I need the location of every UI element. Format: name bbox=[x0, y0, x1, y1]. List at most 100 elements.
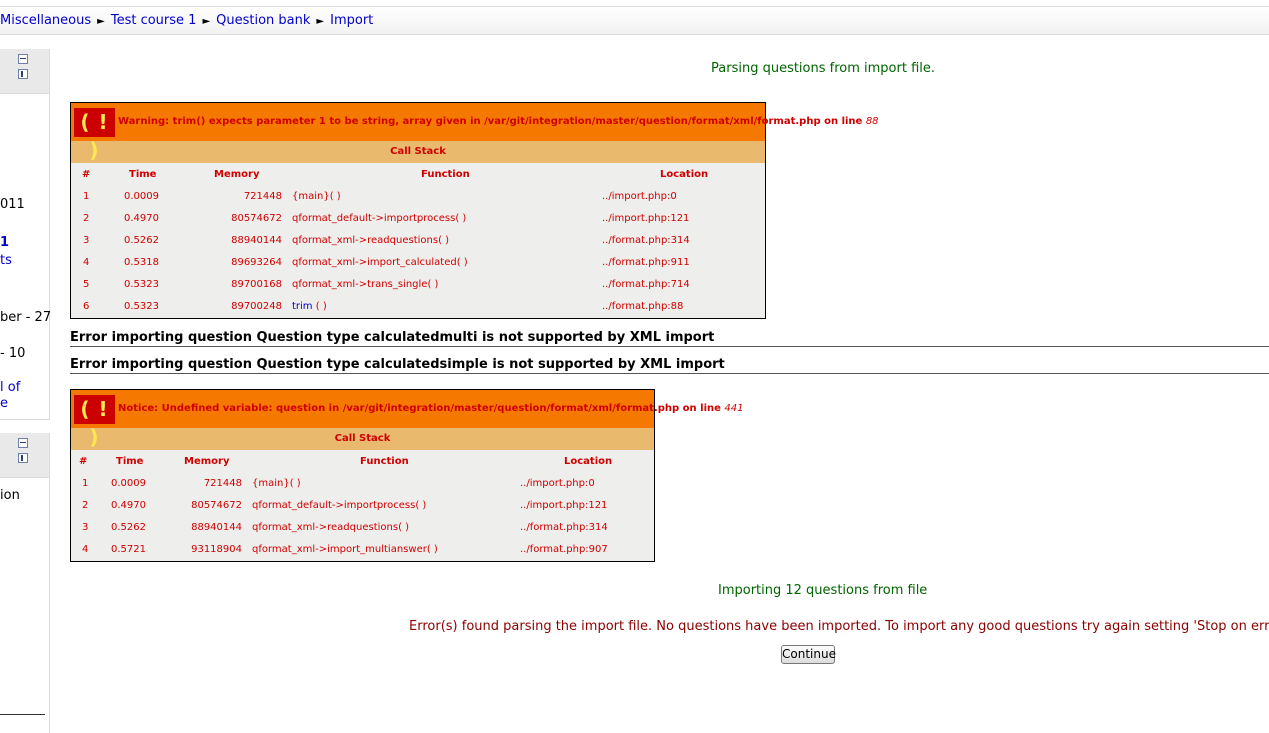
cell-number: 1 bbox=[83, 191, 90, 202]
cell-time: 0.5323 bbox=[124, 301, 159, 312]
cell-function: qformat_default->importprocess( ) bbox=[292, 213, 467, 224]
xdebug-notice-table: ( ! ) Notice: Undefined variable: questi… bbox=[70, 389, 743, 562]
cell-function: {main}( ) bbox=[292, 191, 341, 202]
table-row: 3 0.5262 88940144 qformat_xml->readquest… bbox=[71, 516, 654, 538]
cell-number: 4 bbox=[82, 544, 89, 555]
cell-location: ../import.php:121 bbox=[602, 213, 690, 224]
block-text-fragment: ber - 27 bbox=[0, 310, 52, 325]
cell-memory: 721448 bbox=[203, 478, 242, 489]
cell-function: qformat_default->importprocess( ) bbox=[252, 500, 427, 511]
table-row: 2 0.4970 80574672 qformat_default->impor… bbox=[71, 494, 654, 516]
cell-memory: 80574672 bbox=[191, 500, 242, 511]
table-row: 1 0.0009 721448 {main}( ) ../import.php:… bbox=[71, 185, 765, 207]
continue-button[interactable]: Continue bbox=[781, 645, 836, 664]
table-row: 4 0.5721 93118904 qformat_xml->import_mu… bbox=[71, 538, 654, 560]
cell-time: 0.5262 bbox=[124, 235, 159, 246]
block-link-fragment[interactable]: 1 bbox=[0, 235, 9, 250]
cell-function: qformat_xml->import_calculated( ) bbox=[292, 257, 468, 268]
breadcrumb-miscellaneous[interactable]: Miscellaneous bbox=[0, 13, 91, 28]
notice-header: ( ! ) Notice: Undefined variable: questi… bbox=[71, 390, 743, 449]
cell-memory: 89700168 bbox=[231, 279, 282, 290]
col-time: Time bbox=[129, 169, 157, 180]
col-time: Time bbox=[116, 456, 144, 467]
cell-time: 0.5323 bbox=[124, 279, 159, 290]
cell-number: 2 bbox=[82, 500, 89, 511]
collapse-icon[interactable] bbox=[18, 438, 28, 448]
table-row: 2 0.4970 80574672 qformat_default->impor… bbox=[71, 207, 765, 229]
call-stack-header: # Time Memory Function Location bbox=[71, 450, 654, 472]
block-header bbox=[0, 49, 49, 94]
import-error-2: Error importing question Question type c… bbox=[70, 357, 1269, 374]
cell-number: 2 bbox=[83, 213, 90, 224]
breadcrumb-separator-icon: ► bbox=[316, 16, 325, 27]
cell-location: ../format.php:314 bbox=[520, 522, 608, 533]
cell-function: {main}( ) bbox=[252, 478, 301, 489]
function-args: ( ) bbox=[312, 301, 327, 312]
block-body: ion bbox=[0, 478, 49, 733]
cell-number: 6 bbox=[83, 301, 90, 312]
breadcrumb-separator-icon: ► bbox=[97, 16, 105, 27]
left-block-2: ion bbox=[0, 433, 50, 733]
cell-time: 0.0009 bbox=[124, 191, 159, 202]
cell-number: 4 bbox=[83, 257, 90, 268]
col-function: Function bbox=[421, 169, 470, 180]
block-controls bbox=[18, 437, 38, 463]
block-controls bbox=[18, 53, 38, 79]
breadcrumb: Miscellaneous ► Test course 1 ► Question ban… bbox=[0, 13, 373, 28]
block-text-fragment: ion bbox=[0, 488, 20, 503]
notice-text: Notice: Undefined variable: question in … bbox=[118, 403, 725, 414]
table-row: 3 0.5262 88940144 qformat_xml->readquest… bbox=[71, 229, 765, 251]
cell-time: 0.0009 bbox=[111, 478, 146, 489]
col-memory: Memory bbox=[214, 169, 260, 180]
navbar: Miscellaneous ► Test course 1 ► Question ban… bbox=[0, 7, 1269, 35]
cell-memory: 80574672 bbox=[231, 213, 282, 224]
cell-location: ../format.php:314 bbox=[602, 235, 690, 246]
table-row: 1 0.0009 721448 {main}( ) ../import.php:… bbox=[71, 472, 654, 494]
cell-location: ../import.php:0 bbox=[602, 191, 677, 202]
cell-memory: 88940144 bbox=[231, 235, 282, 246]
warning-message: Warning: trim() expects parameter 1 to b… bbox=[118, 116, 879, 127]
call-stack-label: Call Stack bbox=[71, 428, 654, 450]
warning-header: ( ! ) Warning: trim() expects parameter … bbox=[71, 103, 879, 162]
notice-line: 441 bbox=[724, 403, 744, 414]
warning-line: 88 bbox=[865, 116, 879, 127]
cell-function: qformat_xml->readquestions( ) bbox=[292, 235, 450, 246]
cell-number: 3 bbox=[82, 522, 89, 533]
call-stack-label: Call Stack bbox=[71, 141, 765, 163]
col-function: Function bbox=[360, 456, 409, 467]
cell-location: ../format.php:907 bbox=[520, 544, 608, 555]
collapse-icon[interactable] bbox=[18, 54, 28, 64]
cell-memory: 93118904 bbox=[191, 544, 242, 555]
warning-icon: ( ! ) bbox=[74, 395, 115, 449]
table-row: 6 0.5323 89700248 trim ( ) ../format.php… bbox=[71, 295, 765, 317]
block-bottom-rule bbox=[0, 714, 45, 715]
dock-icon[interactable] bbox=[18, 69, 28, 79]
cell-location: ../import.php:0 bbox=[520, 478, 595, 489]
block-link-fragment[interactable]: l of bbox=[0, 380, 20, 395]
table-row: 4 0.5318 89693264 qformat_xml->import_ca… bbox=[71, 251, 765, 273]
cell-function: qformat_xml->import_multianswer( ) bbox=[252, 544, 438, 555]
breadcrumb-test-course[interactable]: Test course 1 bbox=[111, 13, 197, 28]
xdebug-warning-table: ( ! ) Warning: trim() expects parameter … bbox=[70, 102, 879, 319]
cell-location: ../format.php:911 bbox=[602, 257, 690, 268]
warning-icon: ( ! ) bbox=[74, 108, 115, 162]
col-location: Location bbox=[660, 169, 709, 180]
col-number: # bbox=[82, 169, 91, 180]
dock-icon[interactable] bbox=[18, 453, 28, 463]
cell-memory: 89693264 bbox=[231, 257, 282, 268]
cell-memory: 88940144 bbox=[191, 522, 242, 533]
cell-function: qformat_xml->readquestions( ) bbox=[252, 522, 410, 533]
table-row: 5 0.5323 89700168 qformat_xml->trans_sin… bbox=[71, 273, 765, 295]
breadcrumb-import[interactable]: Import bbox=[330, 13, 373, 28]
breadcrumb-question-bank[interactable]: Question bank bbox=[216, 13, 310, 28]
block-link-fragment[interactable]: ts bbox=[0, 253, 12, 268]
call-stack-header: # Time Memory Function Location bbox=[71, 163, 765, 185]
col-memory: Memory bbox=[184, 456, 230, 467]
cell-time: 0.5318 bbox=[124, 257, 159, 268]
block-body: 011 1 ts ber - 27 - 10 l of e bbox=[0, 94, 52, 419]
left-block-calendar: 011 1 ts ber - 27 - 10 l of e bbox=[0, 49, 52, 420]
importing-status: Importing 12 questions from file bbox=[718, 583, 928, 598]
block-link-fragment[interactable]: e bbox=[0, 396, 8, 411]
php-manual-link[interactable]: trim bbox=[292, 301, 313, 312]
cell-time: 0.5262 bbox=[111, 522, 146, 533]
